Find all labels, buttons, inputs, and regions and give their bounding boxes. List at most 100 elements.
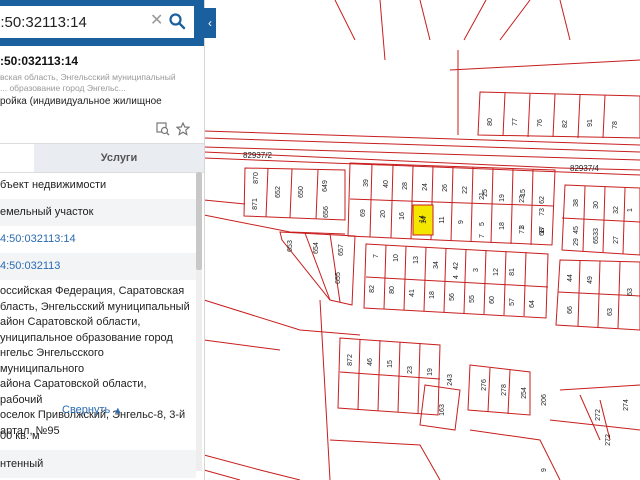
address-line: униципальное образование город	[0, 331, 173, 344]
parcel-label: 657	[338, 244, 345, 256]
parcel-label: 272	[605, 434, 612, 446]
scrollbar-thumb[interactable]	[196, 172, 202, 270]
parcel-label: 73	[539, 208, 546, 216]
field-quarter-link[interactable]: 4:50:032113	[0, 253, 196, 280]
collapse-label: Свернуть	[62, 404, 111, 416]
parcel-label: 41	[409, 289, 416, 297]
parcel-label: 276	[481, 379, 488, 391]
parcel-label: 27	[613, 236, 620, 244]
parcel-label: 656	[323, 206, 330, 218]
parcel-label: 80	[389, 286, 396, 294]
parcel-label: 63	[627, 288, 634, 296]
parcel-label: 45	[573, 226, 580, 234]
field-object-type: бъект недвижимости	[0, 179, 107, 191]
collapse-panel-button[interactable]: ‹	[204, 8, 216, 38]
field-status: нтенный	[0, 450, 196, 478]
star-icon[interactable]	[176, 122, 190, 136]
address-line: оссийская Федерация, Саратовская	[0, 285, 185, 297]
parcel-label: 653	[287, 240, 294, 252]
parcel-label: 34	[433, 261, 440, 269]
parcel-label: 80	[487, 118, 494, 126]
parcel-label: 3	[473, 268, 480, 272]
object-title: :50:032113:14	[0, 54, 79, 68]
parcel-label: 206	[541, 394, 548, 406]
close-icon[interactable]: ✕	[150, 13, 164, 29]
selected-parcel-label[interactable]: 14	[421, 216, 428, 224]
parcel-label: 49	[587, 276, 594, 284]
parcel-label: 57	[509, 298, 516, 306]
collapse-link[interactable]: Свернуть ▲	[62, 404, 122, 416]
tab-info[interactable]	[0, 144, 34, 172]
parcel-label: 254	[521, 387, 528, 399]
info-panel: ✕ :50:032113:14 вская область, Энгельсск…	[0, 0, 205, 480]
parcel-label: 7	[373, 254, 380, 258]
parcel-label: 21	[479, 192, 486, 200]
parcel-label: 66	[567, 306, 574, 314]
parcel-label: 11	[439, 216, 446, 223]
parcel-label: 44	[567, 274, 574, 282]
parcel-label: 652	[275, 186, 282, 198]
parcel-label: 81	[509, 268, 516, 276]
parcel-label: 33	[593, 228, 600, 236]
parcel-label: 7	[479, 234, 486, 238]
field-area: 00 кв. м	[0, 430, 40, 442]
parcel-label: 22	[462, 186, 469, 194]
parcel-label: 46	[367, 358, 374, 366]
parcel-label: 38	[573, 199, 580, 207]
parcel-label: 872	[347, 354, 354, 366]
parcel-label: 274	[623, 399, 630, 411]
search-input[interactable]	[0, 6, 148, 38]
zoom-to-object-icon[interactable]	[156, 122, 170, 136]
search-box: ✕	[0, 6, 194, 38]
parcel-label: 1	[627, 208, 634, 212]
parcel-label: 15	[520, 189, 527, 197]
parcel-label: 272	[595, 409, 602, 421]
parcel-label: 9	[541, 468, 548, 472]
parcel-label: 13	[413, 256, 420, 264]
parcel-label: 23	[407, 366, 414, 374]
parcel-label: 78	[612, 121, 619, 129]
parcel-label: 68	[539, 228, 546, 236]
parcel-label: 649	[322, 180, 329, 192]
field-cadastral-number-link[interactable]: 4:50:032113:14	[0, 226, 196, 253]
tab-bar: Услуги	[0, 143, 204, 173]
object-subtitle: вская область, Энгельсский муниципальный…	[0, 72, 176, 93]
parcel-label: 655	[335, 272, 342, 284]
parcel-label: 65	[593, 236, 600, 244]
parcel-label: 4	[453, 275, 460, 279]
parcel-label: 62	[539, 196, 546, 204]
parcel-label: 63	[607, 308, 614, 316]
parcel-label: 55	[469, 295, 476, 303]
parcel-label: 870	[253, 172, 260, 184]
parcel-label: 82	[369, 285, 376, 293]
parcel-label: 20	[380, 210, 387, 218]
field-object-kind: емельный участок	[0, 199, 196, 226]
address-line: айон Саратовской области,	[0, 316, 141, 328]
parcel-label: 42	[453, 262, 460, 270]
parcel-label: 29	[573, 238, 580, 246]
parcel-label: 40	[383, 180, 390, 188]
parcel-label: 32	[613, 206, 620, 214]
parcel-label: 26	[442, 184, 449, 192]
address-line: нгельс Энгельсского муниципального	[0, 347, 104, 375]
parcel-label: 30	[593, 201, 600, 209]
tab-services[interactable]: Услуги	[34, 144, 204, 172]
parcel-label: 19	[427, 368, 434, 376]
parcel-label: 82	[562, 120, 569, 128]
parcel-label: 24	[422, 183, 429, 191]
parcel-label: 15	[387, 360, 394, 368]
parcel-label: 77	[512, 118, 519, 126]
search-icon[interactable]	[168, 12, 186, 30]
parcel-label: 243	[447, 374, 454, 386]
parcel-label: 91	[587, 119, 594, 127]
parcel-label: 9	[458, 220, 465, 224]
road-label: 82937/4	[570, 164, 599, 173]
parcel-label: 654	[313, 242, 320, 254]
parcel-label: 5	[479, 222, 486, 226]
parcel-label: 278	[501, 384, 508, 396]
parcel-label: 76	[537, 119, 544, 127]
object-usage: ройка (индивидуальное жилищное	[0, 96, 162, 107]
parcel-label: 650	[298, 186, 305, 198]
parcel-label: 64	[529, 300, 536, 308]
parcel-label: 28	[402, 182, 409, 190]
